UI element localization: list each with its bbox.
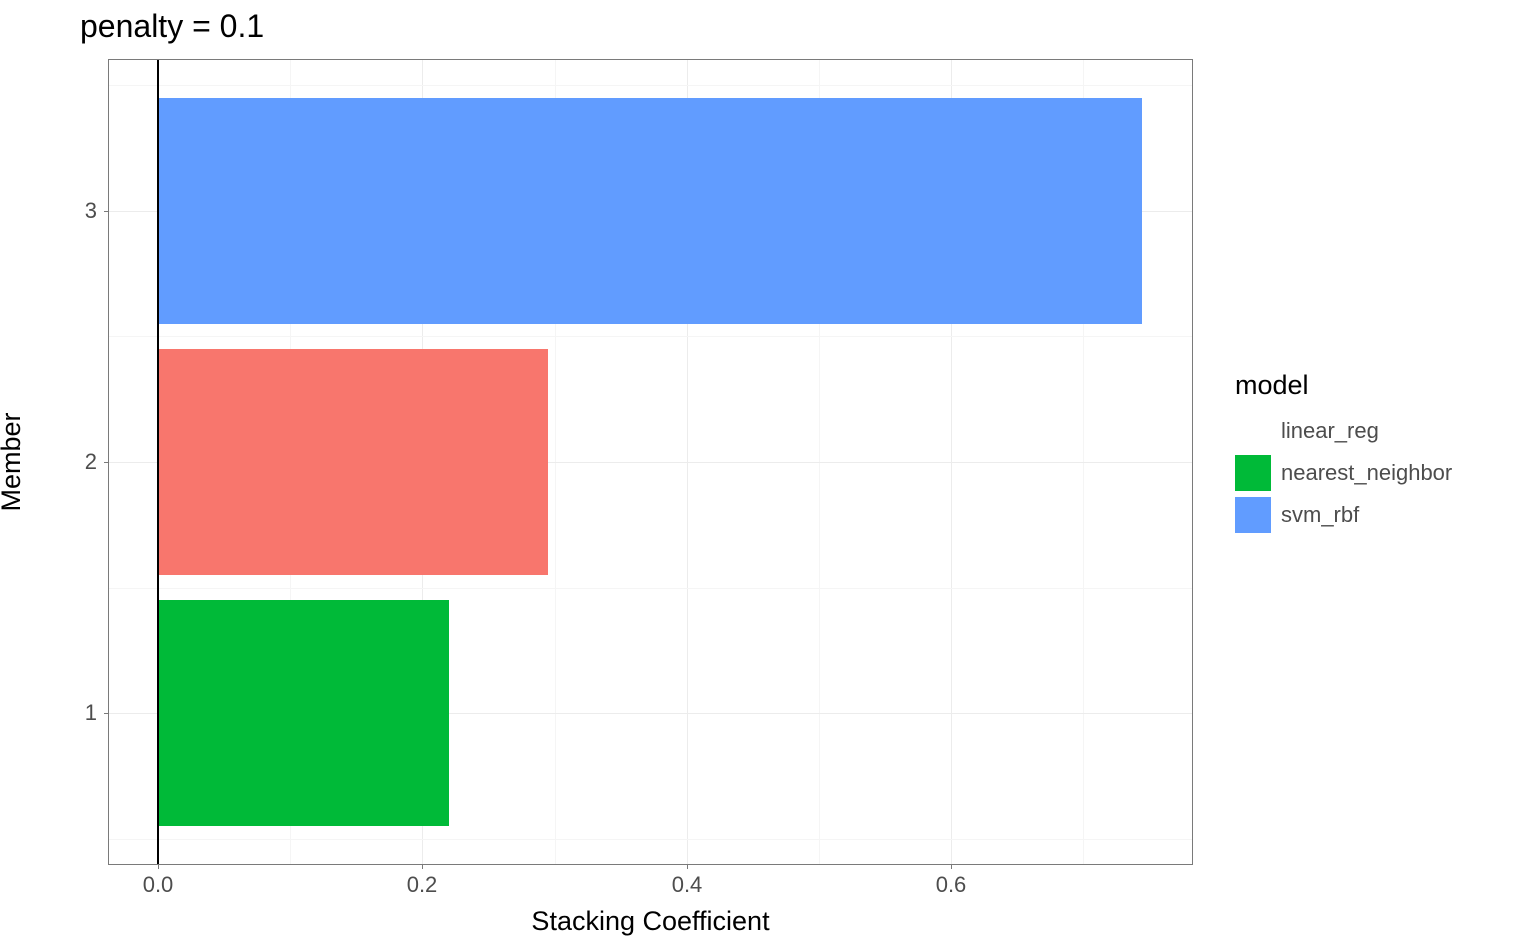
x-tick-label: 0.0	[143, 872, 174, 898]
legend-swatch	[1235, 455, 1271, 491]
legend-item: linear_reg	[1235, 413, 1452, 449]
plot-area: 0.0 0.2 0.4 0.6 1 2 3 Stacking Coefficie…	[108, 59, 1193, 865]
zero-vline	[157, 60, 159, 864]
y-tick-label: 1	[85, 700, 97, 726]
legend-label: svm_rbf	[1281, 502, 1359, 528]
legend-label: linear_reg	[1281, 418, 1379, 444]
bar-member-3	[158, 98, 1142, 324]
y-axis-title: Member	[0, 412, 27, 511]
legend: model linear_reg nearest_neighbor svm_rb…	[1235, 370, 1452, 539]
legend-item: svm_rbf	[1235, 497, 1452, 533]
y-tick-label: 2	[85, 449, 97, 475]
x-axis-title: Stacking Coefficient	[531, 906, 769, 937]
x-tick-label: 0.6	[936, 872, 967, 898]
bar-member-1	[158, 600, 449, 826]
legend-item: nearest_neighbor	[1235, 455, 1452, 491]
bar-member-2	[158, 349, 548, 575]
chart-figure: penalty = 0.1 0.0 0.2	[0, 0, 1536, 949]
y-tick-label: 3	[85, 198, 97, 224]
chart-title: penalty = 0.1	[80, 8, 264, 45]
legend-swatch	[1235, 497, 1271, 533]
legend-swatch	[1235, 413, 1271, 449]
x-tick-label: 0.4	[672, 872, 703, 898]
x-tick-label: 0.2	[407, 872, 438, 898]
legend-title: model	[1235, 370, 1452, 401]
legend-label: nearest_neighbor	[1281, 460, 1452, 486]
